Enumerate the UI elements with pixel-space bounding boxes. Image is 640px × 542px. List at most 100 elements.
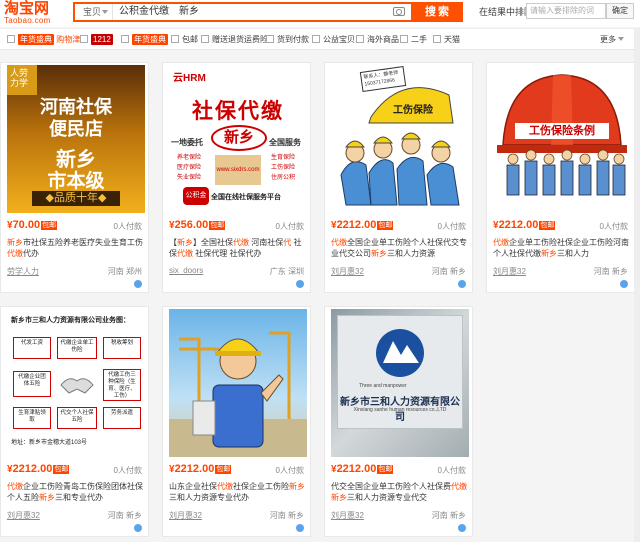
shop-name[interactable]: six_doors	[169, 266, 203, 275]
product-card[interactable]: 新乡市三和人力资源有限公司业务图： 代发工资 代缴企业单工伤险 税收筹划 代缴企…	[0, 306, 149, 537]
checkbox[interactable]	[7, 35, 15, 43]
wangwang-icon[interactable]	[134, 280, 142, 288]
wangwang-icon[interactable]	[458, 280, 466, 288]
img-text: 养老保险	[177, 155, 202, 161]
exclude-confirm-button[interactable]: 确定	[606, 3, 634, 19]
filter-cod[interactable]: 货到付款	[266, 34, 309, 46]
product-title[interactable]: 山东企业社保代缴社保企业工伤险新乡三和人力资源专业代办	[169, 481, 307, 505]
img-text: 全国在线社保服务平台	[211, 194, 281, 201]
handshake-icon	[59, 367, 95, 401]
free-shipping-tag: 包邮	[41, 221, 58, 230]
title-keyword: 代缴	[217, 482, 233, 491]
product-card[interactable]: 工伤保险条例 ¥2212.00 包邮 0人付款 代缴企业单工伤险社保企业工伤险河南…	[486, 62, 635, 293]
product-card[interactable]: 云HRM 社保代缴 新乡 一地委托 全国服务 养老保险 医疗保险 失业保险 生育…	[162, 62, 311, 293]
service-box: 代缴企业单工伤险	[57, 337, 97, 359]
filter-shopping-allowance[interactable]: 年货盛典 购物津贴	[7, 34, 88, 46]
img-text: 工伤保险	[271, 165, 296, 171]
checkbox[interactable]	[356, 35, 364, 43]
img-text: 一地委托	[171, 138, 203, 147]
product-title[interactable]: 代缴企业工伤险青岛工伤保险团体社保个人五险新乡三和专业代办	[7, 481, 145, 505]
location: 河南 新乡	[431, 511, 466, 520]
checkbox[interactable]	[266, 35, 274, 43]
search-button[interactable]: 搜索	[413, 2, 463, 22]
filter-return-insurance[interactable]: 赠送退货运费险	[201, 34, 268, 46]
search-category-label: 宝贝	[83, 7, 102, 17]
product-image[interactable]: 云HRM 社保代缴 新乡 一地委托 全国服务 养老保险 医疗保险 失业保险 生育…	[169, 65, 307, 213]
product-card[interactable]: ¥2212.00 包邮 0人付款 山东企业社保代缴社保企业工伤险新乡三和人力资源专…	[162, 306, 311, 537]
img-text: 工伤保险条例	[515, 123, 609, 139]
title-text: 【	[169, 238, 177, 247]
product-title[interactable]: 代交全国企业单工伤险个人社保费代缴新乡三和人力资源专业代交	[331, 481, 469, 505]
location: 广东 深圳	[269, 267, 304, 276]
img-text: 新乡市三和人力资源有限公司业务图：	[11, 317, 130, 324]
filter-tmall[interactable]: 天猫	[433, 34, 460, 46]
product-image[interactable]	[169, 309, 307, 457]
wangwang-icon[interactable]	[458, 524, 466, 532]
product-image[interactable]: 人劳力学 河南社保 便民店 新乡 市本级 ◆品质十年◆	[7, 65, 145, 213]
checkbox[interactable]	[121, 35, 129, 43]
filter-second-hand[interactable]: 二手	[400, 34, 427, 46]
search-input[interactable]: 公积金代缴 新乡	[119, 4, 199, 20]
product-image[interactable]: 工伤保险条例	[493, 65, 631, 213]
product-card[interactable]: Three and manpower 新乡市三和人力资源有限公司 Xinxian…	[324, 306, 473, 537]
wangwang-icon[interactable]	[620, 280, 628, 288]
checkbox[interactable]	[171, 35, 179, 43]
price: ¥70.00 包邮	[7, 219, 58, 231]
filter-label: 天猫	[444, 35, 460, 44]
product-title[interactable]: 代缴全国企业单工伤险个人社保代交专业代交公司新乡三和人力资源	[331, 237, 469, 261]
checkbox[interactable]	[433, 35, 441, 43]
shop-name[interactable]: 劳学人力	[7, 266, 39, 277]
product-title[interactable]: 代缴企业单工伤险社保企业工伤险河南个人社保代缴新乡三和人力	[493, 237, 631, 261]
workers-illustration	[340, 87, 460, 206]
checkbox[interactable]	[400, 35, 408, 43]
filter-overseas[interactable]: 海外商品	[356, 34, 399, 46]
wangwang-icon[interactable]	[296, 280, 304, 288]
title-keyword: 新乡	[7, 238, 23, 247]
product-title[interactable]: 新乡市社保五险养老医疗失业生育工伤代缴代办	[7, 237, 145, 261]
shop-name[interactable]: 刘月惠32	[169, 510, 202, 521]
shop-name[interactable]: 刘月惠32	[331, 266, 364, 277]
title-text: 山东企业社保	[169, 482, 217, 491]
img-text: 便民店	[49, 119, 103, 139]
title-text: 市社保五险养老医疗失业生育工伤	[23, 238, 143, 247]
checkbox[interactable]	[312, 35, 320, 43]
camera-icon[interactable]	[393, 7, 405, 16]
title-text: 三和人力资源专业代交	[347, 493, 427, 502]
product-image[interactable]: 工伤保险 联系人：静老师 15037172866	[331, 65, 469, 213]
filter-bar: 年货盛典 购物津贴 1212 年货盛典 包邮 赠送退货运费险 货到付款 公益宝贝…	[0, 28, 640, 50]
shop-name[interactable]: 刘月惠32	[331, 510, 364, 521]
more-filters-button[interactable]: 更多	[600, 34, 624, 46]
title-text: 社保代理 社保代办	[193, 249, 262, 258]
checkbox[interactable]	[80, 35, 88, 43]
service-box: 税收筹划	[103, 337, 141, 359]
filter-charity[interactable]: 公益宝贝	[312, 34, 355, 46]
filter-new-year[interactable]: 年货盛典	[121, 34, 168, 46]
product-card[interactable]: 工伤保险 联系人：静老师 15037172866 ¥2212.00 包邮 0人付款…	[324, 62, 473, 293]
price: ¥2212.00 包邮	[169, 463, 232, 475]
shop-name[interactable]: 刘月惠32	[7, 510, 40, 521]
filter-1212[interactable]: 1212	[80, 34, 113, 46]
scrollbar[interactable]	[634, 28, 640, 542]
img-text: Xinxiang sanhe human resources co.,LTD	[353, 407, 447, 413]
img-text: 工伤保险	[393, 105, 433, 116]
price-value: 2212.00	[498, 219, 539, 231]
wangwang-icon[interactable]	[134, 524, 142, 532]
exclude-input[interactable]: 请输入要排除的词	[526, 3, 606, 19]
img-text: 住房公积	[271, 175, 296, 181]
search-category-select[interactable]: 宝贝	[77, 4, 113, 20]
product-image[interactable]: 新乡市三和人力资源有限公司业务图： 代发工资 代缴企业单工伤险 税收筹划 代缴企…	[7, 309, 145, 457]
shop-name[interactable]: 刘月惠32	[493, 266, 526, 277]
product-image[interactable]: Three and manpower 新乡市三和人力资源有限公司 Xinxian…	[331, 309, 469, 457]
taobao-logo[interactable]: 淘宝网 Taobao.com	[4, 1, 64, 26]
title-text: 三和专业代办	[55, 493, 103, 502]
product-card[interactable]: 人劳力学 河南社保 便民店 新乡 市本级 ◆品质十年◆ ¥70.00 包邮 0人付…	[0, 62, 149, 293]
location: 河南 新乡	[593, 267, 628, 276]
price-value: 2212.00	[174, 463, 215, 475]
title-text: 代交全国企业单工伤险个人社保费	[331, 482, 451, 491]
wangwang-icon[interactable]	[296, 524, 304, 532]
img-text: Three and manpower	[359, 383, 407, 389]
checkbox[interactable]	[201, 35, 209, 43]
product-title[interactable]: 【新乡】全国社保代缴 河南社保代 社保代缴 社保代理 社保代办	[169, 237, 307, 261]
filter-free-shipping[interactable]: 包邮	[171, 34, 198, 46]
helmet-illustration	[497, 74, 627, 196]
